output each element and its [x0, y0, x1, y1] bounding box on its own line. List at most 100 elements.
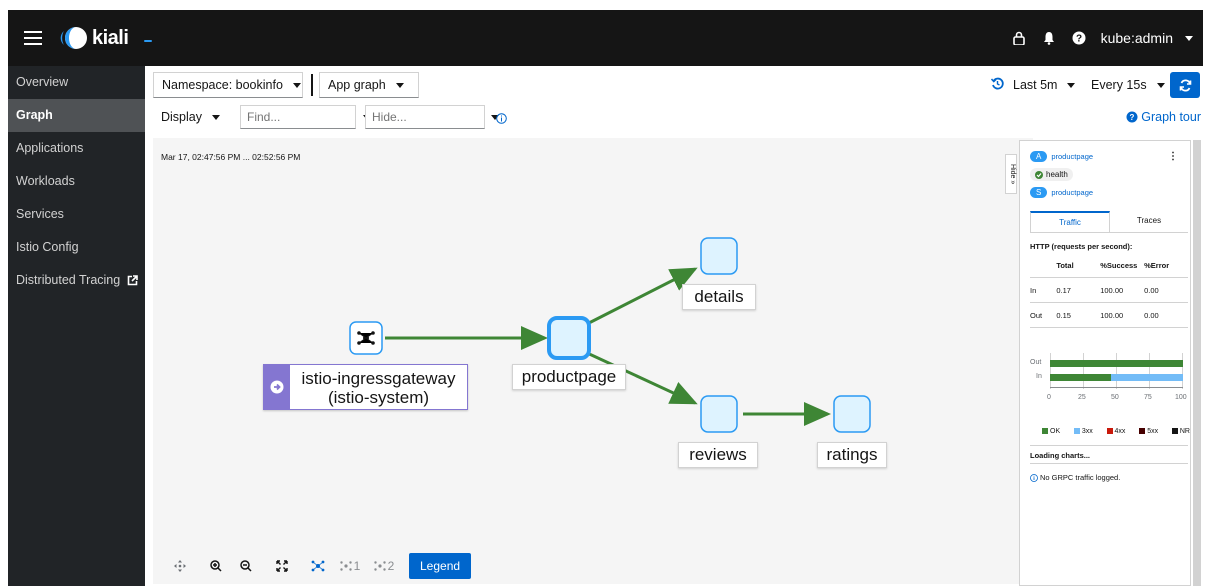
health-label: health: [1046, 170, 1068, 179]
chart-legend: OK 3xx 4xx 5xx NR: [1042, 428, 1190, 435]
time-range-dropdown[interactable]: Last 5m: [1005, 72, 1079, 98]
help-icon[interactable]: ?: [1071, 29, 1087, 47]
info-icon: [1030, 473, 1038, 482]
layout-2-button[interactable]: 2: [367, 553, 401, 579]
graph-type-dropdown[interactable]: App graph: [319, 72, 419, 98]
app-link[interactable]: productpage: [1051, 152, 1093, 161]
gateway-label[interactable]: istio-ingressgateway (istio-system): [263, 364, 468, 410]
service-link[interactable]: productpage: [1051, 188, 1093, 197]
sidebar-item-applications[interactable]: Applications: [8, 132, 145, 165]
grpc-note-text: No GRPC traffic logged.: [1040, 473, 1121, 482]
refresh-interval-dropdown[interactable]: Every 15s: [1083, 72, 1165, 98]
table-row: Out 0.15 100.00 0.00: [1030, 303, 1188, 328]
help-icon: ?: [1126, 111, 1138, 123]
table-header-row: Total %Success %Error: [1030, 253, 1188, 278]
logo-accent: [144, 40, 152, 42]
layout-default-icon[interactable]: [303, 553, 333, 579]
hide-input[interactable]: [365, 105, 485, 129]
table-header: %Success: [1100, 260, 1138, 270]
legend-item-4xx: 4xx: [1106, 428, 1125, 435]
graph-canvas[interactable]: Mar 17, 02:47:56 PM ... 02:52:56 PM isti…: [153, 138, 1033, 584]
edge-productpage-details: [584, 267, 698, 327]
layout-1-button[interactable]: 1: [333, 553, 367, 579]
traffic-table: Total %Success %Error In 0.17 100.00 0.0…: [1030, 253, 1188, 328]
productpage-label[interactable]: productpage: [512, 364, 626, 390]
masthead-tools: ? kube:admin: [1011, 28, 1193, 48]
scrollbar[interactable]: [1193, 140, 1201, 586]
hamburger-menu-icon[interactable]: [24, 31, 42, 45]
user-menu[interactable]: kube:admin: [1101, 30, 1193, 46]
legend-label: 3xx: [1081, 428, 1093, 435]
masthead: kiali ? kube:admin: [8, 10, 1203, 66]
sidebar-item-istio-config[interactable]: Istio Config: [8, 231, 145, 264]
chart-out-label: Out: [1030, 359, 1042, 366]
details-label[interactable]: details: [682, 284, 756, 310]
gateway-namespace: (istio-system): [327, 388, 430, 407]
refresh-interval-label: Every 15s: [1091, 78, 1147, 92]
legend-label: OK: [1050, 428, 1061, 435]
ratings-label[interactable]: ratings: [817, 442, 887, 468]
sync-icon: [1179, 78, 1191, 92]
find-input[interactable]: [240, 105, 356, 129]
http-title: HTTP (requests per second):: [1030, 242, 1133, 251]
sidebar-item-overview[interactable]: Overview: [8, 66, 145, 99]
service-header: S productpage: [1030, 187, 1093, 198]
refresh-button[interactable]: [1170, 72, 1200, 98]
table-cell: In: [1030, 285, 1037, 295]
graph-tour-link[interactable]: ? Graph tour: [1126, 110, 1201, 124]
tab-traces[interactable]: Traces: [1110, 211, 1188, 232]
info-icon[interactable]: [496, 111, 507, 129]
traffic-bar-chart: Out In 0 25 50 75 100: [1030, 353, 1188, 423]
reviews-label[interactable]: reviews: [678, 442, 758, 468]
sidebar-item-distributed-tracing[interactable]: Distributed Tracing: [8, 264, 145, 297]
bell-icon[interactable]: [1041, 29, 1057, 47]
pan-icon[interactable]: [165, 553, 195, 579]
ratings-node: [833, 395, 871, 433]
check-circle-icon: [1035, 170, 1043, 179]
table-cell: 0.00: [1144, 285, 1159, 295]
tab-traffic[interactable]: Traffic: [1030, 211, 1110, 232]
sidebar-item-workloads[interactable]: Workloads: [8, 165, 145, 198]
table-cell: 0.15: [1056, 310, 1071, 320]
svg-text:?: ?: [1130, 113, 1135, 122]
legend-button[interactable]: Legend: [409, 553, 472, 579]
legend-item-ok: OK: [1042, 428, 1060, 435]
hide-panel-tab[interactable]: Hide »: [1005, 154, 1017, 194]
service-badge: S: [1030, 187, 1048, 198]
svg-text:?: ?: [1076, 34, 1082, 45]
table-header: Total: [1056, 260, 1074, 270]
graph-tour-label: Graph tour: [1141, 110, 1201, 124]
table-row: In 0.17 100.00 0.00: [1030, 278, 1188, 303]
table-cell: 0.17: [1056, 285, 1071, 295]
legend-item-3xx: 3xx: [1073, 428, 1093, 435]
chevron-down-icon: [1156, 82, 1165, 88]
grpc-note: No GRPC traffic logged.: [1030, 473, 1120, 482]
chart-tick: 25: [1078, 394, 1086, 401]
zoom-out-icon[interactable]: [231, 553, 261, 579]
sidebar-item-services[interactable]: Services: [8, 198, 145, 231]
sidebar-item-graph[interactable]: Graph: [8, 99, 145, 132]
legend-swatch: [1171, 428, 1178, 434]
health-indicator: health: [1030, 168, 1073, 181]
chevron-down-icon: [1067, 82, 1076, 88]
loading-charts-text: Loading charts...: [1030, 451, 1091, 460]
table-header: %Error: [1144, 260, 1170, 270]
lock-icon[interactable]: [1011, 29, 1027, 47]
zoom-in-icon[interactable]: [201, 553, 231, 579]
chevron-down-icon: [395, 82, 404, 88]
chevron-down-icon: [1185, 35, 1193, 41]
namespace-dropdown[interactable]: Namespace: bookinfo: [153, 72, 303, 98]
time-range-history-icon[interactable]: [990, 77, 1005, 91]
kiali-logo-icon: [56, 25, 90, 51]
legend-label: 5xx: [1147, 428, 1159, 435]
graph-toolbar: Namespace: bookinfo App graph Last 5m Ev…: [145, 66, 1203, 102]
chart-tick: 0: [1047, 394, 1051, 401]
graph-controls: 1 2 Legend: [165, 553, 472, 579]
fit-to-screen-icon[interactable]: [267, 553, 297, 579]
table-cell: Out: [1030, 310, 1043, 320]
sidebar-item-label: Overview: [16, 75, 69, 89]
layout-1-label: 1: [353, 559, 361, 573]
kebab-menu-icon[interactable]: ⋮: [1168, 151, 1178, 162]
kiali-logo[interactable]: kiali: [56, 25, 129, 51]
display-dropdown[interactable]: Display: [153, 104, 229, 130]
